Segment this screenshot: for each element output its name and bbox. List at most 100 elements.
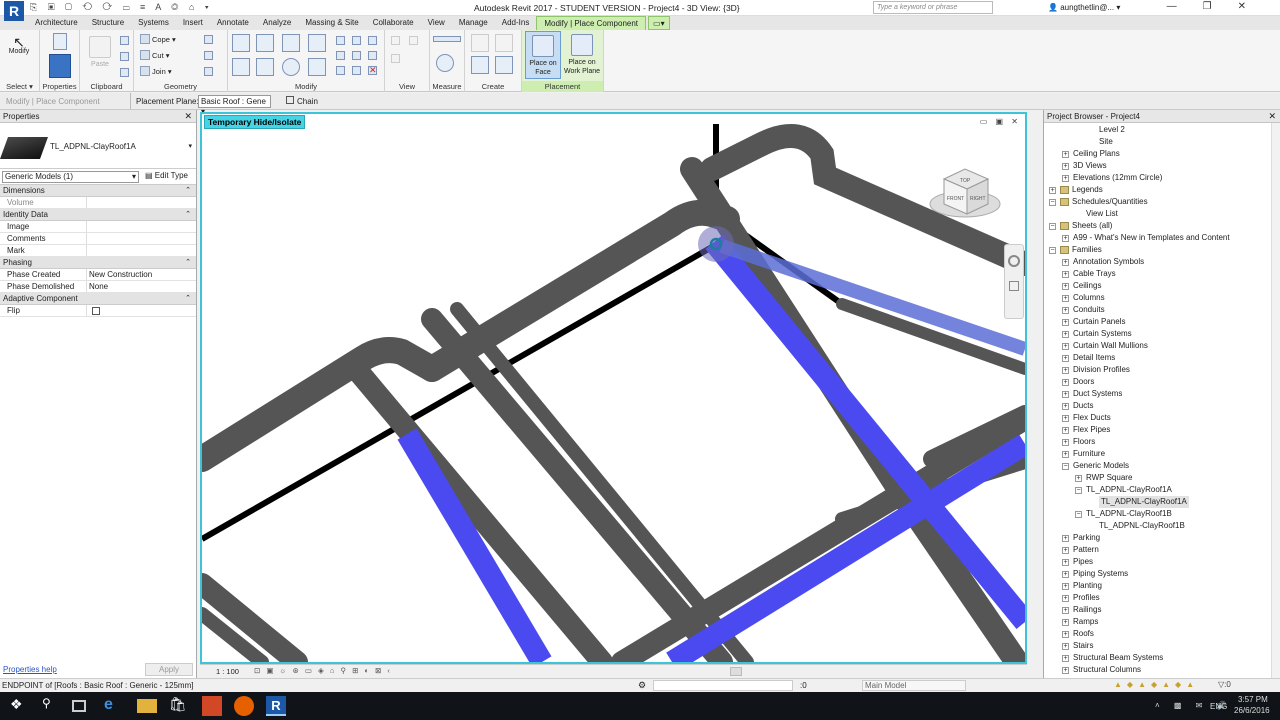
view-scale[interactable]: 1 : 100 [216, 667, 239, 676]
property-value[interactable] [87, 245, 196, 256]
ribbon-tab-structure[interactable]: Structure [85, 16, 131, 30]
browser-item[interactable]: + Ceilings [1062, 280, 1101, 292]
section-adaptive-component[interactable]: Adaptive Component ⌃ [0, 293, 196, 305]
expand-icon[interactable]: + [1062, 558, 1069, 566]
expand-icon[interactable]: + [1062, 414, 1069, 422]
collapse-icon[interactable]: ⌃ [185, 185, 191, 197]
create-group-icon[interactable] [471, 56, 489, 74]
expand-icon[interactable]: + [1062, 654, 1069, 662]
expand-icon[interactable]: + [1062, 594, 1069, 602]
clock-date[interactable]: 26/6/2016 [1234, 706, 1270, 715]
ribbon-tab-add-ins[interactable]: Add-Ins [495, 16, 537, 30]
cope-button[interactable]: Cope ▾ [140, 34, 176, 44]
3d-viewport[interactable]: TOP FRONT RIGHT Temporary Hide/Isolate ▭… [200, 112, 1027, 664]
property-value[interactable] [87, 221, 196, 232]
expand-icon[interactable]: + [1062, 546, 1069, 554]
workset-field[interactable] [653, 680, 793, 691]
browser-item[interactable]: + Conduits [1062, 304, 1105, 316]
browser-item[interactable]: + Elevations (12mm Circle) [1062, 172, 1162, 184]
ribbon-tab-modify-place-component[interactable]: Modify | Place Component [536, 16, 647, 30]
measure-icon[interactable] [433, 36, 461, 42]
close-properties-icon[interactable]: ✕ [184, 110, 192, 123]
browser-item[interactable]: + Detail Items [1062, 352, 1115, 364]
expand-icon[interactable]: + [1062, 306, 1069, 314]
filter-icon[interactable]: ▽:0 [1218, 680, 1231, 689]
file-explorer-icon[interactable] [137, 699, 157, 713]
browser-item[interactable]: + Columns [1062, 292, 1105, 304]
browser-item[interactable]: + Pattern [1062, 544, 1099, 556]
property-value[interactable] [87, 305, 196, 316]
minimize-icon[interactable]: — [1167, 1, 1203, 12]
split-gap-icon[interactable] [352, 36, 361, 45]
browser-item[interactable]: + Curtain Systems [1062, 328, 1132, 340]
browser-item[interactable]: + Flex Ducts [1062, 412, 1111, 424]
expand-icon[interactable]: + [1062, 234, 1069, 242]
ribbon-tab-massing-site[interactable]: Massing & Site [298, 16, 365, 30]
property-value[interactable]: None [87, 281, 196, 292]
help-search-input[interactable]: Type a keyword or phrase [873, 1, 993, 14]
flip-checkbox[interactable] [92, 307, 100, 315]
properties-help-link[interactable]: Properties help [3, 665, 57, 674]
zoom-icon[interactable] [1009, 281, 1019, 291]
ribbon-tab-view[interactable]: View [421, 16, 452, 30]
ribbon-tab-analyze[interactable]: Analyze [256, 16, 298, 30]
expand-icon[interactable]: + [1062, 294, 1069, 302]
collapse-icon[interactable]: − [1075, 510, 1082, 518]
view-cube[interactable]: TOP FRONT RIGHT [929, 168, 1001, 218]
browser-item[interactable]: + Piping Systems [1062, 568, 1128, 580]
expand-icon[interactable]: + [1049, 186, 1056, 194]
expand-icon[interactable]: + [1062, 270, 1069, 278]
expand-icon[interactable]: + [1062, 378, 1069, 386]
collapse-icon[interactable]: ⌃ [185, 257, 191, 269]
collapse-icon[interactable]: − [1049, 222, 1056, 230]
demolish-icon[interactable] [204, 67, 213, 76]
navigation-bar[interactable] [1004, 244, 1024, 319]
browser-item[interactable]: + Duct Systems [1062, 388, 1122, 400]
collapse-icon[interactable]: − [1049, 246, 1056, 254]
expand-icon[interactable]: + [1062, 390, 1069, 398]
browser-item[interactable]: TL_ADPNL-ClayRoof1A [1088, 496, 1189, 508]
offset-icon[interactable] [256, 34, 274, 52]
browser-item[interactable]: + Cable Trays [1062, 268, 1116, 280]
browser-item[interactable]: + Pipes [1062, 556, 1093, 568]
browser-item[interactable]: Level 2 [1088, 124, 1125, 136]
browser-item[interactable]: − Generic Models [1062, 460, 1129, 472]
create-assembly-icon[interactable] [471, 34, 489, 52]
collapse-icon[interactable]: − [1049, 198, 1056, 206]
browser-item[interactable]: + Roofs [1062, 628, 1094, 640]
collapse-icon[interactable]: ⌃ [185, 293, 191, 305]
expand-icon[interactable]: + [1062, 366, 1069, 374]
clayroof-panel-b[interactable] [397, 428, 552, 662]
expand-icon[interactable]: + [1062, 330, 1069, 338]
revit-app-icon[interactable]: R [4, 1, 24, 21]
expand-icon[interactable]: + [1062, 402, 1069, 410]
expand-icon[interactable]: + [1062, 162, 1069, 170]
browser-item[interactable]: + Ceiling Plans [1062, 148, 1120, 160]
windows-start-icon[interactable]: ❖ [10, 696, 30, 716]
type-properties-icon[interactable] [53, 33, 67, 50]
expand-icon[interactable]: + [1062, 606, 1069, 614]
browser-item[interactable]: + Planting [1062, 580, 1102, 592]
browser-item[interactable]: + Structural Columns [1062, 664, 1141, 676]
property-value[interactable] [87, 233, 196, 244]
browser-item[interactable]: + Curtain Wall Mullions [1062, 340, 1148, 352]
expand-icon[interactable]: + [1062, 258, 1069, 266]
task-view-icon[interactable] [72, 700, 86, 712]
user-account[interactable]: 👤 aungthetlin@... ▾ [1048, 3, 1120, 12]
browser-item[interactable]: − TL_ADPNL-ClayRoof1A [1075, 484, 1172, 496]
browser-item[interactable]: + Curtain Panels [1062, 316, 1125, 328]
expand-icon[interactable]: + [1062, 570, 1069, 578]
viewport-window-controls[interactable]: ▭ ▣ ✕ [980, 117, 1021, 126]
hide-in-view-icon[interactable] [391, 36, 400, 45]
expand-icon[interactable]: + [1062, 174, 1069, 182]
mirror-draw-icon[interactable] [308, 34, 326, 52]
browser-item[interactable]: + Profiles [1062, 592, 1100, 604]
roof-framing-drawing[interactable]: TOP FRONT RIGHT [202, 114, 1025, 662]
browser-item[interactable]: − Sheets (all) [1049, 220, 1112, 232]
array-icon[interactable] [336, 51, 345, 60]
ribbon-minimize-toggle[interactable]: ▭▾ [648, 16, 670, 30]
store-icon[interactable]: 🛍 [169, 696, 189, 716]
browser-item[interactable]: Site [1088, 136, 1113, 148]
collapse-icon[interactable]: ⌃ [185, 209, 191, 221]
ribbon-tab-architecture[interactable]: Architecture [28, 16, 85, 30]
